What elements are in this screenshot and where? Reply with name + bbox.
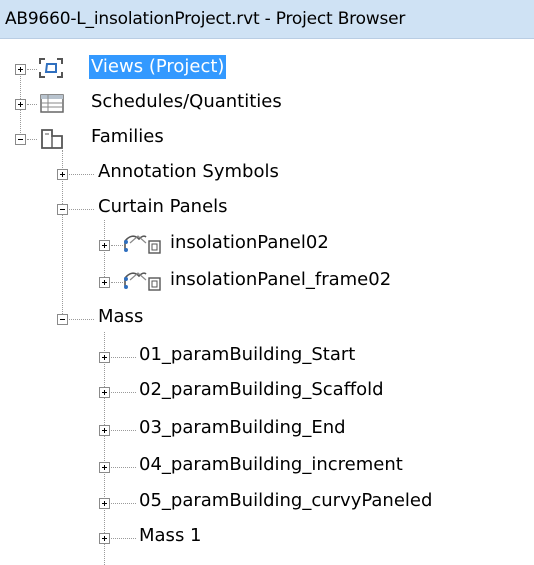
tree-item-views[interactable]: Views (Project)	[0, 53, 534, 83]
tree-item-mass-family[interactable]: 05_paramBuilding_curvyPaneled	[0, 487, 534, 517]
tree-connector	[69, 174, 94, 176]
expand-icon[interactable]	[57, 169, 68, 180]
tree-item-mass-family[interactable]: 02_paramBuilding_Scaffold	[0, 376, 534, 406]
expand-icon[interactable]	[99, 277, 110, 288]
tree-item-schedules[interactable]: Schedules/Quantities	[0, 88, 534, 118]
collapse-icon[interactable]	[57, 204, 68, 215]
expand-icon[interactable]	[99, 352, 110, 363]
tree-item-label: Curtain Panels	[98, 196, 228, 217]
tree-item-label: Schedules/Quantities	[91, 91, 282, 112]
curtain-panel-family-icon	[124, 235, 161, 254]
tree-item-label: 05_paramBuilding_curvyPaneled	[139, 490, 433, 511]
tree-item-mass-family[interactable]: Mass 1	[0, 522, 534, 552]
expand-icon[interactable]	[99, 498, 110, 509]
expand-icon[interactable]	[15, 99, 26, 110]
tree-item-family[interactable]: insolationPanel_frame02	[0, 266, 534, 296]
tree-connector	[27, 104, 37, 106]
tree-item-label: 02_paramBuilding_Scaffold	[139, 379, 384, 400]
collapse-icon[interactable]	[15, 134, 26, 145]
expand-icon[interactable]	[15, 64, 26, 75]
project-browser-tree: Views (Project) Schedules/Quantities Fam…	[0, 0, 534, 565]
tree-connector	[111, 430, 136, 432]
tree-item-label: Views (Project)	[89, 55, 227, 79]
tree-connector	[111, 357, 136, 359]
tree-connector	[111, 392, 136, 394]
collapse-icon[interactable]	[57, 314, 68, 325]
tree-connector	[27, 139, 37, 141]
tree-connector	[111, 538, 136, 540]
expand-icon[interactable]	[99, 387, 110, 398]
views-icon	[39, 58, 63, 78]
tree-item-label: Annotation Symbols	[98, 161, 279, 182]
tree-item-annotation-symbols[interactable]: Annotation Symbols	[0, 158, 534, 188]
tree-connector	[111, 467, 136, 469]
schedule-table-icon	[40, 94, 64, 113]
tree-connector	[69, 319, 94, 321]
tree-item-label: Families	[91, 126, 164, 147]
tree-item-mass[interactable]: Mass	[0, 303, 534, 333]
tree-item-families[interactable]: Families	[0, 123, 534, 153]
tree-item-label: insolationPanel02	[170, 232, 329, 253]
tree-item-mass-family[interactable]: 03_paramBuilding_End	[0, 414, 534, 444]
families-icon	[41, 129, 63, 149]
tree-item-label: Mass 1	[139, 525, 202, 546]
tree-item-mass-family[interactable]: 04_paramBuilding_increment	[0, 451, 534, 481]
tree-connector	[27, 69, 37, 71]
curtain-panel-family-icon	[124, 272, 161, 291]
expand-icon[interactable]	[99, 240, 110, 251]
tree-item-curtain-panels[interactable]: Curtain Panels	[0, 193, 534, 223]
expand-icon[interactable]	[99, 462, 110, 473]
tree-item-label: 01_paramBuilding_Start	[139, 344, 356, 365]
tree-item-label: Mass	[98, 306, 144, 327]
expand-icon[interactable]	[99, 533, 110, 544]
tree-item-label: insolationPanel_frame02	[170, 269, 392, 290]
tree-item-label: 03_paramBuilding_End	[139, 417, 346, 438]
expand-icon[interactable]	[99, 425, 110, 436]
tree-connector	[69, 209, 94, 211]
tree-item-mass-family[interactable]: 01_paramBuilding_Start	[0, 341, 534, 371]
tree-item-family[interactable]: insolationPanel02	[0, 229, 534, 259]
tree-connector	[111, 503, 136, 505]
tree-item-label: 04_paramBuilding_increment	[139, 454, 403, 475]
